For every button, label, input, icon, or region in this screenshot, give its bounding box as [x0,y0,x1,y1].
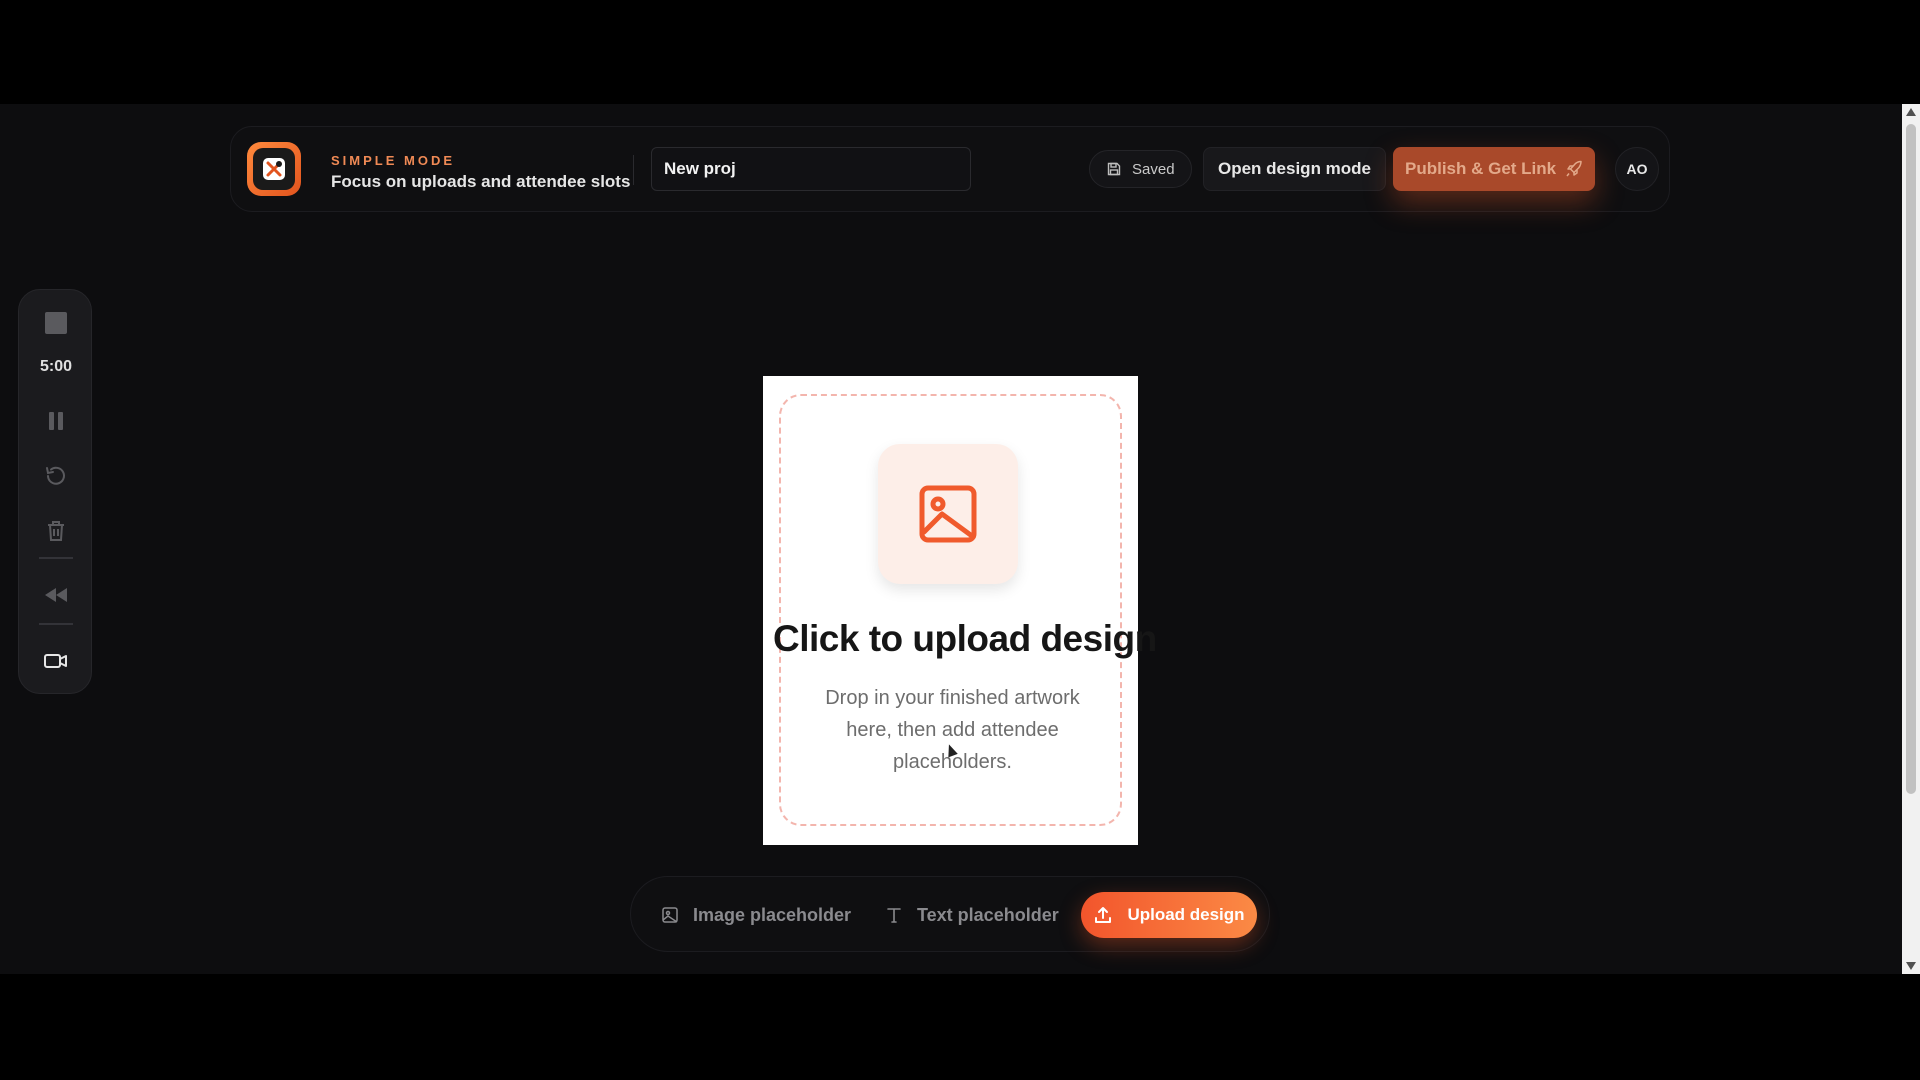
upload-description: Drop in your finished artwork here, then… [825,687,1080,773]
app-viewport: SIMPLE MODE Focus on uploads and attende… [0,104,1902,974]
design-canvas[interactable]: Click to upload design Drop in your fini… [763,376,1157,845]
mode-subtitle: Focus on uploads and attendee slots [331,172,631,191]
upload-dropzone[interactable]: Click to upload design Drop in your fini… [773,394,1157,826]
scrollbar-thumb[interactable] [1906,124,1916,794]
publish-button[interactable]: Publish & Get Link [1393,147,1595,191]
bottom-toolbar: Image placeholder Text placeholder Uploa… [630,876,1270,952]
scroll-up-icon[interactable] [1906,108,1916,116]
image-placeholder-button[interactable]: Image placeholder [661,897,851,933]
project-name-input[interactable] [651,147,971,191]
image-icon [919,485,977,543]
upload-icon [1095,907,1112,923]
top-header: SIMPLE MODE Focus on uploads and attende… [230,126,1670,212]
app-logo[interactable] [247,142,301,196]
user-avatar[interactable]: AO [1615,147,1659,191]
toolbar-divider [39,557,73,559]
mode-label: SIMPLE MODE [331,153,456,168]
text-placeholder-button[interactable]: Text placeholder [885,897,1059,933]
save-icon [1107,162,1121,176]
saved-status-text: Saved [1132,160,1175,178]
upload-design-label: Upload design [1127,905,1245,924]
saved-status-badge: Saved [1089,150,1192,188]
image-placeholder-label: Image placeholder [693,904,852,925]
text-placeholder-label: Text placeholder [917,904,1059,925]
scroll-down-icon[interactable] [1906,962,1916,970]
trash-icon[interactable] [43,518,69,544]
publish-label: Publish & Get Link [1405,159,1557,178]
text-icon [887,908,901,923]
toolbar-divider [39,623,73,625]
upload-design-button[interactable]: Upload design [1081,892,1257,938]
camera-icon[interactable] [43,648,69,674]
pause-icon[interactable] [43,408,69,434]
open-design-mode-button[interactable]: Open design mode [1203,147,1387,191]
upload-title: Click to upload design [773,618,1157,659]
image-upload-tile [878,444,1018,584]
recording-toolbar: 5:00 [18,289,92,694]
rewind-icon[interactable] [43,582,69,608]
recording-timer: 5:00 [39,358,73,375]
page-scrollbar[interactable] [1902,104,1920,974]
logo-icon [253,148,295,190]
header-divider [633,155,634,185]
stop-icon[interactable] [45,312,67,334]
restart-icon[interactable] [43,463,69,489]
image-icon [662,907,678,923]
rocket-icon [1566,160,1582,177]
